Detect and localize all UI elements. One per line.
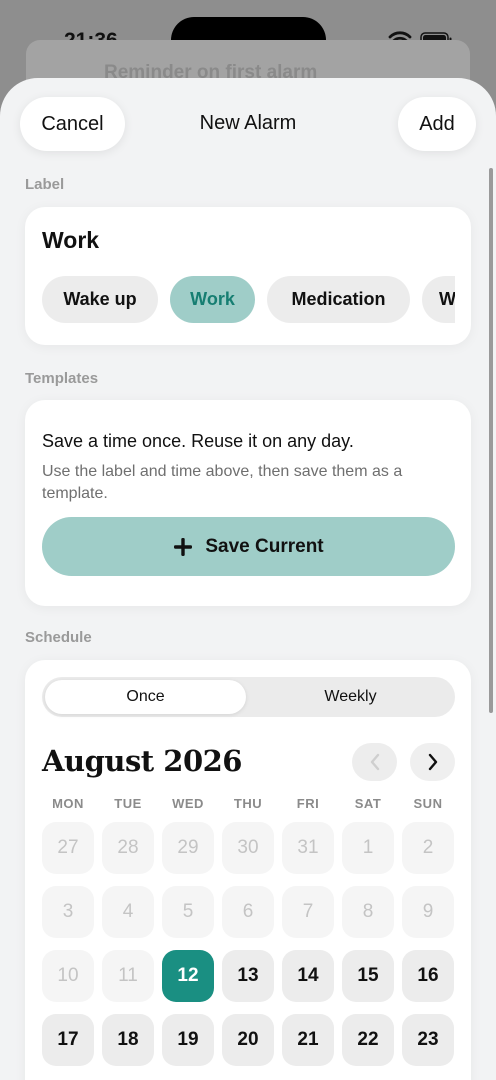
- weekday-fri: FRI: [296, 796, 320, 811]
- calendar-day: 7: [282, 886, 334, 938]
- calendar-day[interactable]: 23: [402, 1014, 454, 1066]
- calendar-day: 4: [102, 886, 154, 938]
- calendar-day[interactable]: 13: [222, 950, 274, 1002]
- calendar-day: 8: [342, 886, 394, 938]
- calendar-day[interactable]: 16: [402, 950, 454, 1002]
- weekday-sun: SUN: [413, 796, 443, 811]
- schedule-section-heading: Schedule: [25, 629, 92, 646]
- weekday-tue: TUE: [114, 796, 142, 811]
- month-label: August 2026: [42, 744, 242, 778]
- add-button[interactable]: Add: [398, 97, 476, 151]
- calendar-day[interactable]: 21: [282, 1014, 334, 1066]
- templates-section-heading: Templates: [25, 370, 99, 387]
- templates-headline: Save a time once. Reuse it on any day.: [42, 431, 354, 451]
- chip-medication[interactable]: Medication: [267, 276, 410, 323]
- segment-weekly[interactable]: Weekly: [249, 680, 452, 714]
- chip-work[interactable]: Work: [170, 276, 255, 323]
- calendar-day[interactable]: 15: [342, 950, 394, 1002]
- label-section-heading: Label: [25, 176, 65, 193]
- new-alarm-sheet: Cancel New Alarm Add Label Work Wake up …: [0, 78, 496, 1080]
- chip-partial[interactable]: W: [422, 276, 455, 323]
- calendar-day: 30: [222, 822, 274, 874]
- weekday-mon: MON: [52, 796, 84, 811]
- weekday-header: MON TUE WED THU FRI SAT SUN: [42, 796, 462, 814]
- calendar-day: 6: [222, 886, 274, 938]
- calendar-day[interactable]: 22: [342, 1014, 394, 1066]
- chevron-left-icon: [370, 753, 379, 771]
- next-month-button[interactable]: [410, 743, 455, 781]
- calendar-day[interactable]: 20: [222, 1014, 274, 1066]
- calendar-day: 2: [402, 822, 454, 874]
- calendar-day: 29: [162, 822, 214, 874]
- calendar-day[interactable]: 18: [102, 1014, 154, 1066]
- label-chips: Wake up Work Medication W: [42, 276, 455, 324]
- calendar-day: 27: [42, 822, 94, 874]
- segment-once[interactable]: Once: [45, 680, 246, 714]
- save-current-label: Save Current: [205, 535, 324, 557]
- calendar-day: 11: [102, 950, 154, 1002]
- calendar-day[interactable]: 17: [42, 1014, 94, 1066]
- weekday-thu: THU: [233, 796, 263, 811]
- calendar-day[interactable]: 19: [162, 1014, 214, 1066]
- templates-description: Use the label and time above, then save …: [42, 463, 403, 502]
- calendar-day: 31: [282, 822, 334, 874]
- save-current-button[interactable]: Save Current: [42, 517, 455, 576]
- prev-month-button[interactable]: [352, 743, 397, 781]
- plus-icon: [174, 537, 193, 556]
- label-card: Work Wake up Work Medication W: [25, 207, 471, 345]
- schedule-card: Once Weekly August 2026 MON TUE WED THU FRI S…: [25, 660, 471, 1080]
- weekday-wed: WED: [172, 796, 204, 811]
- calendar-day: 10: [42, 950, 94, 1002]
- schedule-segmented-control: Once Weekly: [42, 677, 455, 717]
- calendar-day: 1: [342, 822, 394, 874]
- calendar-day: 9: [402, 886, 454, 938]
- chip-wake-up[interactable]: Wake up: [42, 276, 158, 323]
- calendar-day: 3: [42, 886, 94, 938]
- calendar-day[interactable]: 12: [162, 950, 214, 1002]
- weekday-sat: SAT: [354, 796, 382, 811]
- chevron-right-icon: [428, 753, 437, 771]
- calendar-day[interactable]: 14: [282, 950, 334, 1002]
- templates-card: Save a time once. Reuse it on any day. U…: [25, 400, 471, 606]
- scrollbar[interactable]: [489, 168, 493, 713]
- calendar-day: 5: [162, 886, 214, 938]
- calendar-day: 28: [102, 822, 154, 874]
- label-value[interactable]: Work: [42, 227, 99, 254]
